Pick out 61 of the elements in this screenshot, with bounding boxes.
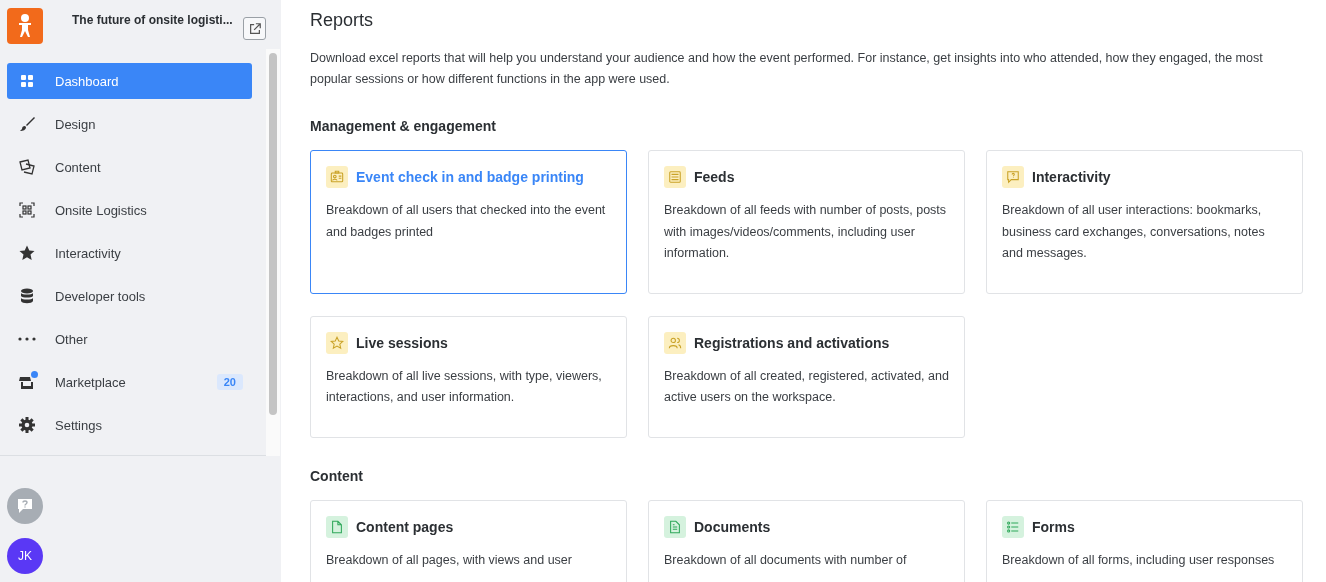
- database-icon: [18, 287, 36, 305]
- report-card[interactable]: Event check in and badge printing Breakdown of all users that checked into the event and badges printed: [310, 150, 627, 294]
- nav-item[interactable]: Developer tools: [7, 278, 252, 314]
- card-description: Breakdown of all user interactions: bookmarks, business card exchanges, conversations, notes and messages.: [1002, 202, 1266, 262]
- pages-icon: [18, 158, 36, 176]
- card-title: Event check in and badge printing: [356, 169, 584, 185]
- nav-item[interactable]: Interactivity: [7, 235, 252, 271]
- open-external-button[interactable]: [243, 17, 266, 40]
- list-icon: [1002, 515, 1024, 538]
- card-title: Content pages: [356, 518, 454, 535]
- users-icon: [664, 331, 686, 354]
- speech-bubble-icon: [1002, 166, 1024, 188]
- section-heading: Content: [310, 467, 364, 484]
- card-title: Documents: [694, 518, 771, 535]
- card-title: Live sessions: [356, 334, 448, 351]
- user-avatar[interactable]: JK: [7, 538, 43, 574]
- card-title: Feeds: [694, 169, 735, 185]
- report-card[interactable]: Interactivity Breakdown of all user interactions: bookmarks, business card exchanges, conversations, notes and messages.: [986, 150, 1303, 294]
- page-title: Reports: [310, 10, 375, 31]
- grid-icon: [18, 72, 36, 90]
- card-description: Breakdown of all created, registered, activated, and active users on the workspace.: [664, 367, 949, 406]
- brush-icon: [18, 115, 36, 133]
- section-heading: Management & engagement: [310, 118, 497, 134]
- help-bubble-icon: [16, 497, 34, 515]
- nav-item[interactable]: Content: [7, 149, 252, 185]
- id-card-icon: [326, 166, 348, 188]
- document-icon: [664, 515, 686, 538]
- list-card-icon: [664, 166, 686, 188]
- nav-item[interactable]: Design: [7, 106, 252, 142]
- card-title: Registrations and activations: [694, 334, 890, 351]
- card-description: Breakdown of all forms, including user responses: [1002, 551, 1276, 569]
- nav-item[interactable]: Dashboard: [7, 63, 252, 99]
- nav-item[interactable]: Onsite Logistics: [7, 192, 252, 228]
- settings-icon: [18, 416, 36, 434]
- card-description: Breakdown of all pages, with views and user: [326, 551, 573, 569]
- report-card[interactable]: Forms Breakdown of all forms, including user responses: [986, 499, 1303, 582]
- report-card[interactable]: Feeds Breakdown of all feeds with number of posts, posts with images/videos/comments, including user information.: [648, 150, 965, 294]
- external-link-icon: [247, 21, 262, 36]
- card-description: Breakdown of all live sessions, with type, viewers, interactions, and user information.: [326, 367, 603, 406]
- event-title: The future of onsite logisti...: [72, 13, 234, 27]
- page-icon: [326, 515, 348, 538]
- more-icon: [18, 337, 36, 341]
- nav-item[interactable]: Marketplace 20: [7, 364, 252, 400]
- report-card[interactable]: Content pages Breakdown of all pages, with views and user: [310, 499, 627, 582]
- card-description: Breakdown of all users that checked into the event and badges printed: [326, 202, 607, 241]
- card-title: Forms: [1032, 518, 1075, 535]
- help-button[interactable]: [7, 488, 43, 524]
- card-description: Breakdown of all feeds with number of posts, posts with images/videos/comments, including user information.: [664, 202, 948, 262]
- nav-item[interactable]: Other: [7, 321, 252, 357]
- qr-code-icon: [18, 201, 36, 219]
- logo-icon: [7, 8, 43, 44]
- star-icon: [18, 244, 36, 262]
- report-card[interactable]: Registrations and activations Breakdown of all created, registered, activated, and active users on the workspace.: [648, 315, 965, 438]
- count-badge: 20: [216, 374, 243, 390]
- card-description: Breakdown of all documents with number of: [664, 551, 908, 569]
- report-card[interactable]: Documents Breakdown of all documents with number of: [648, 499, 965, 582]
- nav-item[interactable]: Settings: [7, 407, 252, 443]
- report-card[interactable]: Live sessions Breakdown of all live sessions, with type, viewers, interactions, and user information.: [310, 315, 627, 438]
- page-description: Download excel reports that will help you understand your audience and how the event performed. For instance, get insights into who attended, how they engaged, the most popular sessions or how different functions in the app were used.: [310, 50, 1264, 88]
- scrollbar[interactable]: [266, 49, 280, 456]
- card-title: Interactivity: [1032, 169, 1111, 185]
